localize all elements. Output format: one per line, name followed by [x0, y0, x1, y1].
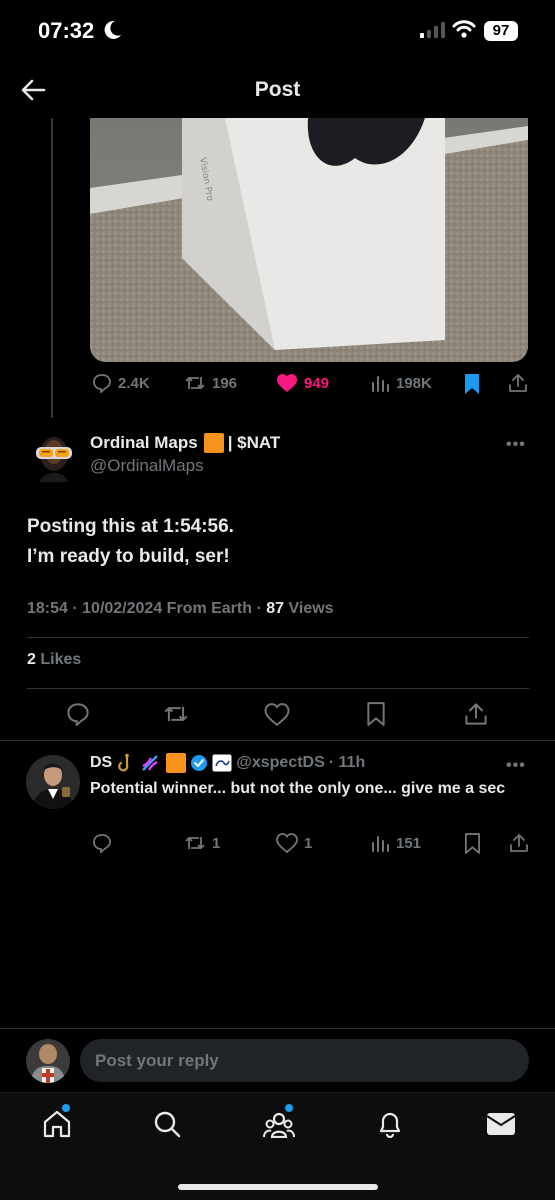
- current-user-avatar[interactable]: [26, 1038, 70, 1084]
- share-icon[interactable]: [509, 833, 529, 853]
- avatar[interactable]: [30, 430, 78, 482]
- view-count: 151: [396, 834, 422, 852]
- repost-count: 1: [212, 834, 221, 852]
- home-indicator: [178, 1184, 378, 1190]
- orange-square-emoji: [166, 753, 187, 773]
- likes-summary[interactable]: 2 Likes: [27, 651, 81, 669]
- divider: [0, 740, 555, 741]
- likes-label: Likes: [40, 651, 82, 668]
- reply-input[interactable]: Post your reply: [80, 1039, 529, 1082]
- views-count: 87: [266, 600, 285, 617]
- communities-notification-dot: [285, 1104, 293, 1112]
- views-action[interactable]: 198K: [370, 373, 432, 393]
- bookmark-filled-icon[interactable]: [463, 373, 481, 395]
- heart-icon: [276, 833, 298, 853]
- share-icon[interactable]: [508, 373, 528, 393]
- repost-action[interactable]: 1: [184, 833, 220, 853]
- dna-emoji-icon: [140, 753, 160, 773]
- reply-avatar[interactable]: [26, 755, 80, 809]
- reply-icon[interactable]: [66, 702, 90, 726]
- status-time: 07:32: [38, 18, 95, 43]
- like-count: 1: [304, 834, 313, 852]
- reply-icon: [92, 373, 112, 393]
- hook-emoji-icon: [116, 753, 136, 773]
- divider: [27, 637, 529, 638]
- signal-icon: [420, 22, 446, 38]
- author-name-suffix: | $NAT: [227, 433, 281, 452]
- author-name[interactable]: Ordinal Maps | $NAT: [90, 433, 280, 453]
- reply-action[interactable]: 2.4K: [92, 373, 150, 393]
- divider: [27, 688, 529, 689]
- author-display-name: Ordinal Maps: [90, 433, 198, 452]
- views-action[interactable]: 151: [370, 833, 421, 853]
- home-notification-dot: [62, 1104, 70, 1112]
- repost-icon: [184, 833, 206, 853]
- likes-count: 2: [27, 651, 36, 668]
- bookmark-icon[interactable]: [464, 833, 481, 854]
- reply-header[interactable]: DS @xspectDS · 11h: [90, 753, 365, 773]
- mail-icon[interactable]: [486, 1112, 516, 1136]
- thread-line: [51, 118, 53, 418]
- home-icon[interactable]: [42, 1110, 72, 1138]
- reply-author-name: DS: [90, 754, 113, 771]
- reply-icon[interactable]: [92, 833, 112, 853]
- views-icon: [370, 373, 390, 393]
- post-timestamp: 18:54 · 10/02/2024 From Earth ·: [27, 600, 262, 617]
- post-text: Posting this at 1:54:56. I’m ready to bu…: [27, 512, 527, 572]
- repost-count: 196: [212, 374, 238, 392]
- more-options-icon[interactable]: •••: [506, 436, 526, 454]
- reply-text: Potential winner... but not the only one…: [90, 780, 506, 797]
- reply-count: 2.4K: [118, 374, 150, 392]
- author-handle[interactable]: @OrdinalMaps: [90, 456, 204, 476]
- reply-author-handle: @xspectDS: [236, 754, 325, 771]
- like-count: 949: [304, 374, 330, 392]
- post-text-line: Posting this at 1:54:56.: [27, 516, 234, 537]
- repost-icon: [184, 373, 206, 393]
- bookmark-icon[interactable]: [366, 702, 386, 726]
- verified-icon: [190, 754, 208, 772]
- views-icon: [370, 833, 390, 853]
- heart-icon[interactable]: [264, 703, 290, 726]
- repost-icon[interactable]: [163, 702, 189, 726]
- battery-indicator: 97: [484, 21, 518, 41]
- views-label: Views: [288, 600, 334, 617]
- post-text-line: I’m ready to build, ser!: [27, 546, 230, 567]
- heart-filled-icon: [276, 373, 298, 393]
- search-icon[interactable]: [153, 1110, 181, 1138]
- like-action[interactable]: 1: [276, 833, 312, 853]
- page-title: Post: [254, 78, 301, 101]
- view-count: 198K: [396, 374, 432, 392]
- orange-square-emoji: [203, 433, 224, 453]
- affiliate-badge-icon: [212, 754, 232, 772]
- moon-icon: [104, 20, 122, 40]
- share-icon[interactable]: [464, 702, 488, 726]
- repost-action[interactable]: 196: [184, 373, 237, 393]
- communities-icon[interactable]: [263, 1110, 295, 1138]
- wifi-icon: [452, 19, 476, 39]
- post-metadata: 18:54 · 10/02/2024 From Earth · 87 Views: [27, 600, 334, 618]
- post-image[interactable]: Vision Pro: [90, 118, 528, 362]
- reply-time: · 11h: [328, 754, 366, 771]
- more-options-icon[interactable]: •••: [506, 757, 526, 775]
- like-action[interactable]: 949: [276, 373, 329, 393]
- bell-icon[interactable]: [376, 1110, 404, 1138]
